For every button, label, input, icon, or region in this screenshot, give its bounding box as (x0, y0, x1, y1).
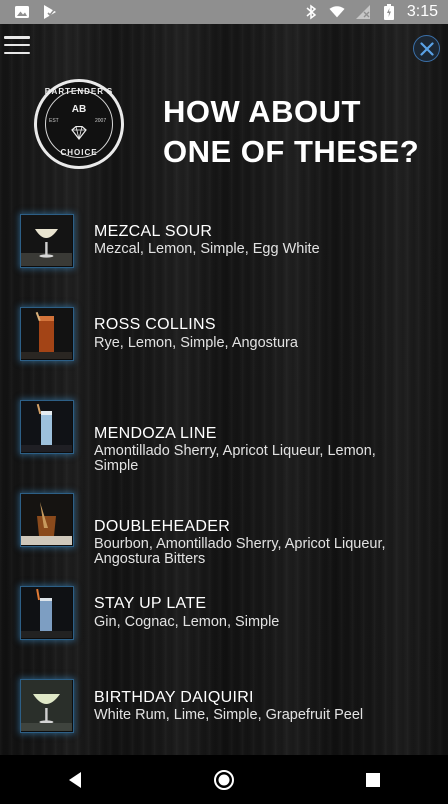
no-sim-icon (355, 4, 371, 20)
system-nav-bar (0, 755, 448, 804)
logo-top-text: BARTENDER'S (44, 87, 114, 96)
hamburger-icon-bar (4, 43, 30, 47)
hamburger-icon-bar (4, 51, 30, 54)
recents-button[interactable] (353, 760, 393, 800)
drink-list-item[interactable]: ROSS COLLINS Rye, Lemon, Simple, Angostu… (0, 303, 448, 383)
drink-name: MENDOZA LINE (94, 425, 217, 442)
home-button[interactable] (204, 760, 244, 800)
coupe-glass-image (21, 215, 72, 266)
highball-glass-image (21, 401, 72, 452)
close-button[interactable] (413, 35, 440, 62)
close-icon (419, 41, 434, 56)
drink-thumbnail (20, 493, 74, 547)
drink-thumbnail (20, 400, 74, 454)
image-icon (14, 4, 30, 20)
bluetooth-icon (303, 4, 319, 20)
drink-thumbnail (20, 586, 74, 640)
drink-ingredients: Bourbon, Amontillado Sherry, Apricot Liq… (94, 536, 386, 567)
coupe-glass-image (21, 680, 72, 731)
drink-ingredients: Rye, Lemon, Simple, Angostura (94, 335, 298, 351)
drink-thumbnail (20, 679, 74, 733)
drink-list-item[interactable]: STAY UP LATE Gin, Cognac, Lemon, Simple (0, 582, 448, 662)
drink-name: ROSS COLLINS (94, 316, 216, 333)
back-button[interactable] (55, 760, 95, 800)
hamburger-icon-bar (4, 36, 30, 39)
hamburger-menu-button[interactable] (4, 34, 30, 56)
page-title: HOW ABOUT ONE OF THESE? (163, 92, 419, 172)
logo-year: 2007 (95, 118, 107, 124)
main-content: BARTENDER'S AB EST 2007 CHOICE HOW ABOUT… (0, 24, 448, 755)
tall-glass-image (21, 587, 72, 638)
drink-name: STAY UP LATE (94, 595, 207, 612)
logo-est: EST (49, 118, 59, 124)
page-title-line1: HOW ABOUT (163, 94, 361, 129)
status-time: 3:15 (406, 3, 438, 20)
drink-ingredients: White Rum, Lime, Simple, Grapefruit Peel (94, 707, 364, 723)
collins-glass-image (21, 308, 72, 359)
drink-list-item[interactable]: MEZCAL SOUR Mezcal, Lemon, Simple, Egg W… (0, 210, 448, 290)
logo-monogram: AB (71, 104, 87, 115)
drink-ingredients: Gin, Cognac, Lemon, Simple (94, 614, 280, 630)
drink-list-item[interactable]: BIRTHDAY DAIQUIRI White Rum, Lime, Simpl… (0, 675, 448, 755)
diamond-icon (71, 126, 87, 140)
drink-ingredients: Mezcal, Lemon, Simple, Egg White (94, 241, 320, 257)
drink-thumbnail (20, 307, 74, 361)
drink-name: DOUBLEHEADER (94, 518, 231, 535)
drink-list-item[interactable]: DOUBLEHEADER Bourbon, Amontillado Sherry… (0, 488, 448, 568)
back-triangle-icon (68, 771, 81, 788)
battery-icon (381, 4, 397, 20)
drink-name: BIRTHDAY DAIQUIRI (94, 689, 254, 706)
status-bar: 3:15 (0, 0, 448, 24)
drink-list-item[interactable]: MENDOZA LINE Amontillado Sherry, Apricot… (0, 395, 448, 475)
rocks-glass-image (21, 494, 72, 545)
drink-name: MEZCAL SOUR (94, 223, 213, 240)
drink-thumbnail (20, 214, 74, 268)
page-title-line2: ONE OF THESE? (163, 134, 420, 169)
recents-square-icon (366, 772, 381, 787)
drink-ingredients: Amontillado Sherry, Apricot Liqueur, Lem… (94, 443, 376, 474)
play-check-icon (42, 4, 58, 20)
wifi-icon (329, 4, 345, 20)
bartenders-choice-logo: BARTENDER'S AB EST 2007 CHOICE (34, 79, 124, 169)
home-circle-icon (213, 769, 234, 790)
logo-bottom-text: CHOICE (60, 148, 98, 157)
